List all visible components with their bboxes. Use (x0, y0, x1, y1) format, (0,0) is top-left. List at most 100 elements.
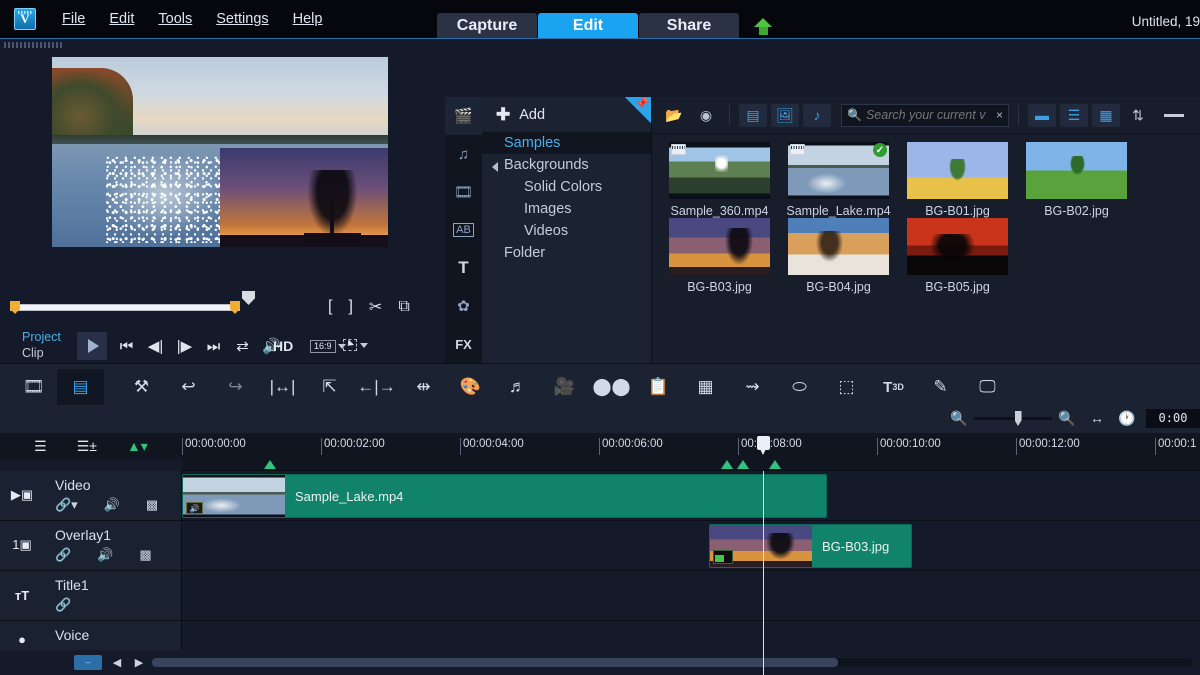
next-frame-icon[interactable]: |▶ (170, 335, 199, 357)
chapter-markers-strip[interactable] (182, 459, 1200, 471)
speed-icon[interactable]: ⇝ (729, 369, 776, 405)
tree-item-videos[interactable]: Videos (482, 220, 651, 242)
timeline-view-icon[interactable]: ▤ (57, 369, 104, 405)
multicam-icon[interactable]: ⬤⬤ (588, 369, 635, 405)
menu-help[interactable]: Help (281, 7, 335, 31)
view-grid-icon[interactable]: ▦ (1092, 104, 1120, 127)
paint-icon[interactable]: ✎ (917, 369, 964, 405)
title-3d-icon[interactable]: T3D (870, 369, 917, 405)
track-header-overlay1[interactable]: 1▣ Overlay1 🔗 🔊 ▩ (0, 521, 181, 571)
undo-icon[interactable]: ↩ (165, 369, 212, 405)
screen-capture-icon[interactable]: 🖵 (964, 369, 1011, 405)
sort-az-icon[interactable]: ⇅ (1124, 104, 1152, 127)
upload-arrow-icon[interactable] (754, 16, 774, 38)
aspect-ratio-selector[interactable]: 16:9 (310, 340, 346, 353)
trim-handle-end[interactable] (230, 301, 240, 314)
lane-voice[interactable] (182, 621, 1200, 651)
media-thumbnail[interactable] (669, 218, 770, 275)
chevron-down-icon[interactable] (360, 343, 368, 348)
media-icon[interactable]: 🎬 (445, 97, 482, 135)
add-remove-track-icon[interactable]: ☰± (77, 438, 97, 455)
home-icon[interactable]: ⏮ (112, 335, 141, 357)
hd-toggle[interactable]: HD (273, 338, 293, 354)
zoom-slider[interactable] (974, 406, 1052, 430)
prev-frame-icon[interactable]: ◀| (141, 335, 170, 357)
duplicate-icon[interactable]: ⧉ (398, 298, 409, 316)
volume-icon[interactable]: 🔊 (97, 547, 113, 563)
library-add-button[interactable]: ✚ Add (482, 97, 651, 132)
redo-icon[interactable]: ↪ (212, 369, 259, 405)
panel-grip[interactable] (4, 42, 64, 48)
tab-edit[interactable]: Edit (538, 13, 638, 38)
media-thumbnail[interactable] (907, 218, 1008, 275)
volume-icon[interactable]: 🔊 (104, 497, 120, 513)
tree-item-backgrounds[interactable]: Backgrounds (482, 154, 651, 176)
storyboard-view-icon[interactable]: 🎞 (10, 369, 57, 405)
track-header-voice[interactable]: ● Voice (0, 621, 181, 651)
video-filter-icon[interactable]: ▤ (739, 104, 767, 127)
view-large-icon[interactable]: ▬ (1028, 104, 1056, 127)
playhead-handle[interactable] (757, 436, 770, 456)
scrollbar-thumb[interactable] (152, 658, 838, 667)
link-icon[interactable]: 🔗 (55, 597, 71, 613)
slider-knob[interactable] (1015, 411, 1022, 426)
clip-sample-lake[interactable]: 🔊 Sample_Lake.mp4 (182, 474, 827, 518)
media-thumbnail[interactable] (669, 142, 770, 199)
lane-title1[interactable] (182, 571, 1200, 621)
chapter-marker[interactable] (264, 460, 276, 469)
tree-item-samples[interactable]: Samples (482, 132, 651, 154)
mix-tools-icon[interactable]: ⚒ (118, 369, 165, 405)
timeline-tracks[interactable]: 🔊 Sample_Lake.mp4 BG-B03.jpg (182, 471, 1200, 675)
tab-share[interactable]: Share (639, 13, 739, 38)
link-icon[interactable]: 🔗▾ (55, 497, 78, 513)
view-list-icon[interactable]: ☰ (1060, 104, 1088, 127)
crop-selector[interactable] (343, 339, 368, 351)
tab-capture[interactable]: Capture (437, 13, 537, 38)
transition-icon[interactable]: 🎞 (445, 173, 482, 211)
search-input[interactable] (866, 108, 992, 122)
pin-icon[interactable] (625, 97, 651, 123)
trim-bar[interactable] (10, 301, 240, 313)
photo-filter-icon[interactable]: 🖼 (771, 104, 799, 127)
scroll-right-icon[interactable]: ▶ (130, 654, 148, 671)
preview-scrubber[interactable] (242, 291, 255, 305)
chapter-marker[interactable] (721, 460, 733, 469)
player-mode-toggle[interactable]: Project Clip (22, 329, 61, 361)
mode-clip-label[interactable]: Clip (22, 345, 61, 361)
loop-icon[interactable]: ⇄ (228, 335, 257, 357)
list-item[interactable]: ✓ Sample_Lake.mp4 (779, 142, 898, 218)
collapse-handle[interactable] (1164, 114, 1184, 117)
mask-icon[interactable]: ▩ (139, 547, 151, 563)
trim-track[interactable] (10, 304, 240, 311)
fit-icon[interactable]: ↔ (74, 655, 102, 670)
media-thumbnail[interactable] (788, 218, 889, 275)
motion-tracking-icon[interactable]: 🎥 (541, 369, 588, 405)
lane-overlay1[interactable]: BG-B03.jpg (182, 521, 1200, 571)
library-search[interactable]: 🔍 × (841, 104, 1009, 127)
music-icon[interactable]: ♫ (445, 135, 482, 173)
list-item[interactable]: BG-B02.jpg (1017, 142, 1136, 218)
trim-handle-start[interactable] (10, 301, 20, 314)
mask-icon[interactable]: ⬭ (776, 369, 823, 405)
mask-icon[interactable]: ▩ (146, 497, 158, 513)
fit-timeline-icon[interactable]: ↔ (1082, 406, 1112, 430)
mark-out-icon[interactable]: ] (348, 298, 352, 316)
list-item[interactable]: BG-B04.jpg (779, 218, 898, 294)
audio-filter-icon[interactable]: ♪ (803, 104, 831, 127)
track-header-title1[interactable]: ᴛT Title1 🔗 (0, 571, 181, 621)
playhead[interactable] (763, 471, 764, 675)
menu-settings[interactable]: Settings (204, 7, 280, 31)
scroll-left-icon[interactable]: ◀ (108, 654, 126, 671)
title-ab-icon[interactable]: AB (445, 211, 482, 249)
menu-tools[interactable]: Tools (146, 7, 204, 31)
chevron-right-icon[interactable] (492, 162, 498, 172)
menu-file[interactable]: File (50, 7, 97, 31)
scissors-icon[interactable]: ✂ (369, 297, 382, 317)
chapter-marker[interactable] (769, 460, 781, 469)
clip-bg-b03[interactable]: BG-B03.jpg (709, 524, 912, 568)
import-media-icon[interactable]: 📂 (660, 104, 688, 127)
list-item[interactable]: Sample_360.mp4 (660, 142, 779, 218)
color-grading-icon[interactable]: 🎨 (447, 369, 494, 405)
mark-in-icon[interactable]: [ (328, 298, 332, 316)
chapter-marker-icon[interactable]: ▲▾ (127, 438, 148, 455)
